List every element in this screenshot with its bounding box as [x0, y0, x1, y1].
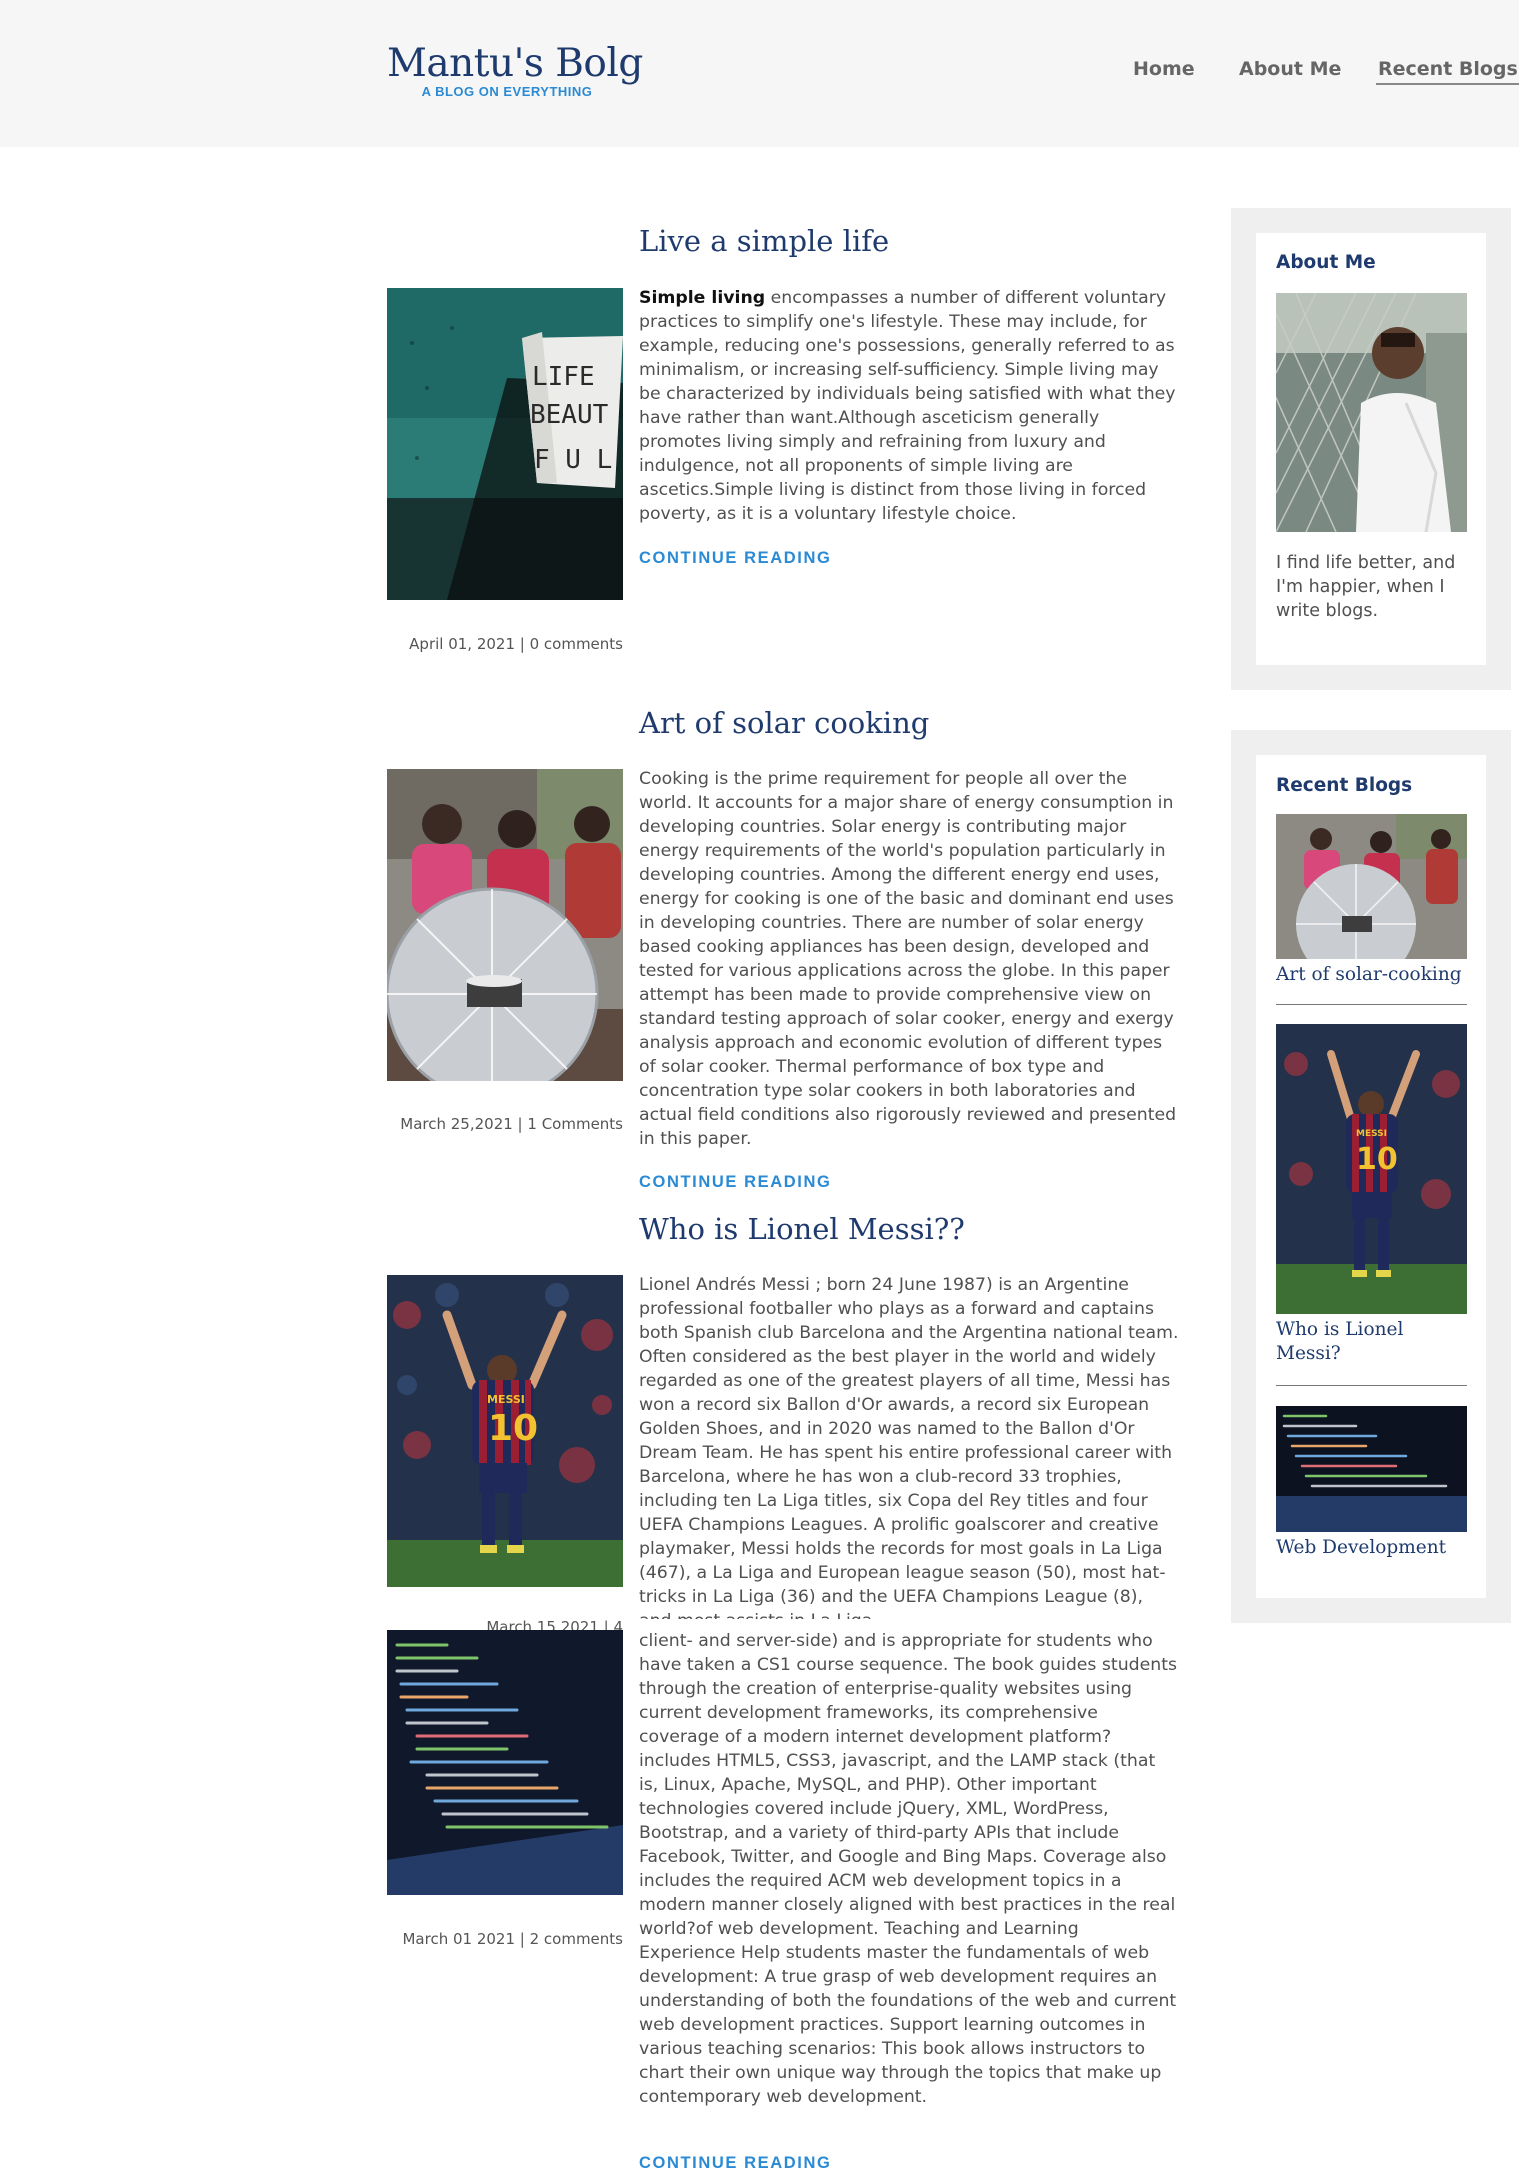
recent-blog-divider — [1276, 1004, 1467, 1005]
recent-blog-image-webdev[interactable] — [1276, 1406, 1467, 1532]
svg-text:LIFE: LIFE — [532, 362, 595, 392]
site-tagline: A BLOG ON EVERYTHING — [421, 84, 593, 99]
post-meta-messi: March 15 2021 | 4 — [486, 1618, 623, 1630]
nav-recent-blogs[interactable]: Recent Blogs — [1376, 58, 1519, 85]
nav-home[interactable]: Home — [1133, 58, 1195, 80]
site-header: Mantu's Bolg A BLOG ON EVERYTHING Home A… — [0, 0, 1519, 147]
svg-text:BEAUT: BEAUT — [530, 400, 609, 430]
recent-blog-item-solar[interactable]: Art of solar-cooking — [1276, 814, 1467, 987]
post-image-messi[interactable]: 10 MESSI — [387, 1275, 623, 1587]
svg-text:MESSI: MESSI — [487, 1393, 525, 1406]
post-image-pillow[interactable]: LIFE BEAUT F U L — [387, 288, 623, 600]
post-body-bold: Simple living — [639, 288, 766, 308]
recent-blog-item-messi[interactable]: 10 MESSI Who is Lionel Messi? — [1276, 1024, 1467, 1366]
post-body-text: encompasses a number of different volunt… — [639, 288, 1176, 524]
post-title-solar-cooking[interactable]: Art of solar cooking — [639, 706, 929, 740]
about-me-card: About Me I find life better, and I'm hap… — [1256, 233, 1486, 665]
site-logo[interactable]: Mantu's Bolg A BLOG ON EVERYTHING — [387, 40, 643, 99]
continue-reading-simple-life[interactable]: CONTINUE READING — [639, 549, 831, 568]
svg-text:10: 10 — [488, 1408, 538, 1449]
post-meta-simple-life: April 01, 2021 | 0 comments — [409, 635, 623, 653]
about-me-text: I find life better, and I'm happier, whe… — [1276, 553, 1456, 621]
author-photo — [1276, 293, 1467, 532]
svg-text:F U L: F U L — [534, 445, 612, 475]
recent-blog-title-solar[interactable]: Art of solar-cooking — [1276, 963, 1467, 987]
recent-blog-title-messi[interactable]: Who is Lionel Messi? — [1276, 1318, 1467, 1366]
continue-reading-solar-cooking[interactable]: CONTINUE READING — [639, 1173, 831, 1192]
recent-blogs-widget: Recent Blogs Art of solar-cooking 10 MES… — [1231, 730, 1511, 1623]
recent-blog-item-webdev[interactable]: Web Development — [1276, 1406, 1467, 1560]
site-title[interactable]: Mantu's Bolg — [387, 40, 643, 88]
about-me-title: About Me — [1276, 252, 1376, 273]
post-body-web-development: client- and server-side) and is appropri… — [639, 1631, 1177, 2107]
svg-text:MESSI: MESSI — [1356, 1129, 1387, 1139]
post-body-messi: Lionel Andrés Messi ; born 24 June 1987)… — [639, 1275, 1179, 1619]
about-me-widget: About Me I find life better, and I'm hap… — [1231, 208, 1511, 690]
recent-blog-image-messi[interactable]: 10 MESSI — [1276, 1024, 1467, 1314]
recent-blog-divider — [1276, 1385, 1467, 1386]
post-meta-web-development: March 01 2021 | 2 comments — [402, 1930, 623, 1948]
post-image-solar-cooker[interactable] — [387, 769, 623, 1081]
recent-blog-image-solar[interactable] — [1276, 814, 1467, 959]
post-body-solar-cooking: Cooking is the prime requirement for peo… — [639, 769, 1177, 1149]
post-meta-solar-cooking: March 25,2021 | 1 Comments — [400, 1115, 623, 1133]
post-title-messi[interactable]: Who is Lionel Messi?? — [639, 1212, 965, 1246]
post-body-simple-life: Simple living encompasses a number of di… — [639, 286, 1179, 526]
recent-blog-title-webdev[interactable]: Web Development — [1276, 1536, 1467, 1560]
post-image-code[interactable] — [387, 1630, 623, 1895]
recent-blogs-title: Recent Blogs — [1276, 775, 1413, 796]
recent-blogs-card: Recent Blogs Art of solar-cooking 10 MES… — [1256, 755, 1486, 1598]
continue-reading-web-development[interactable]: CONTINUE READING — [639, 2154, 831, 2173]
svg-text:10: 10 — [1356, 1142, 1398, 1177]
nav-about-me[interactable]: About Me — [1239, 58, 1341, 80]
post-title-simple-life[interactable]: Live a simple life — [639, 224, 889, 258]
